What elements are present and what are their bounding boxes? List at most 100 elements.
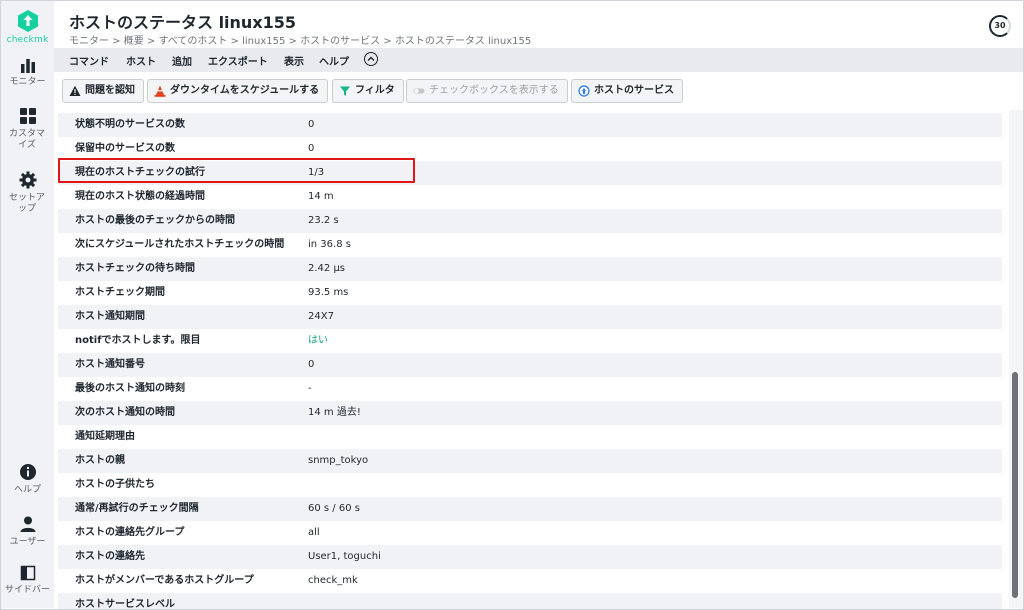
menu-commands[interactable]: コマンド (69, 53, 109, 68)
show-checkboxes-button[interactable]: チェックボックスを表示する (406, 79, 568, 103)
menu-display[interactable]: 表示 (284, 53, 304, 68)
table-row: 現在のホスト状態の経過時間 14 m (58, 185, 1002, 209)
table-row: ホストサービスレベル (58, 593, 1002, 609)
filter-icon (340, 86, 350, 96)
show-checkboxes-label: チェックボックスを表示する (429, 85, 559, 96)
table-row: ホストの連絡先 User1, toguchi (58, 545, 1002, 569)
host-services-button[interactable]: ホストのサービス (571, 79, 683, 103)
table-row: 次にスケジュールされたホストチェックの時間 in 36.8 s (58, 233, 1002, 257)
table-row: 最後のホスト通知の時刻 - (58, 377, 1002, 401)
table-row: ホストの最後のチェックからの時間 23.2 s (58, 209, 1002, 233)
row-key: ホストの連絡先グループ (75, 527, 185, 538)
schedule-downtime-label: ダウンタイムをスケジュールする (170, 85, 320, 96)
sidebar-item-setup[interactable]: セットアップ (1, 171, 54, 215)
row-key: 通常/再試行のチェック間隔 (75, 503, 199, 514)
row-key: ホストの連絡先 (75, 551, 145, 562)
sidebar-item-sidebar[interactable]: サイドバー (1, 565, 54, 596)
row-key: 次のホスト通知の時間 (75, 407, 175, 418)
vertical-scrollbar[interactable] (1009, 110, 1023, 608)
table-row: ホストの子供たち (58, 473, 1002, 497)
row-key: ホスト通知番号 (75, 359, 145, 370)
checkmk-logo-icon[interactable] (16, 9, 40, 33)
table-row: notifでホストします。限目 はい (58, 329, 1002, 353)
row-value: 0 (308, 359, 315, 370)
row-value: snmp_tokyo (308, 455, 369, 466)
table-row: ホスト通知期間 24X7 (58, 305, 1002, 329)
toolbar: 問題を認知 ダウンタイムをスケジュールする フィルタ チェックボックスを表示する… (54, 72, 1023, 110)
toggle-icon (413, 88, 425, 94)
chevron-up-icon[interactable] (364, 52, 378, 66)
row-key: ホスト通知期間 (75, 311, 145, 322)
menu-help[interactable]: ヘルプ (319, 53, 349, 68)
schedule-downtime-button[interactable]: ダウンタイムをスケジュールする (147, 79, 329, 103)
sidebar-item-help[interactable]: ヘルプ (1, 463, 54, 496)
row-value: in 36.8 s (308, 239, 351, 250)
sidebar-item-label: ユーザー (9, 537, 46, 547)
table-row: 次のホスト通知の時間 14 m 過去! (58, 401, 1002, 425)
row-value: all (308, 527, 320, 538)
table-row: 通知延期理由 (58, 425, 1002, 449)
row-value: 14 m (308, 191, 334, 202)
row-value: 14 m 過去! (308, 407, 361, 418)
table-row: 状態不明のサービスの数 0 (58, 113, 1002, 137)
row-key: 現在のホスト状態の経過時間 (75, 191, 205, 202)
table-row: ホスト通知番号 0 (58, 353, 1002, 377)
row-key: ホストがメンバーであるホストグループ (75, 575, 254, 586)
table-row: ホストチェックの待ち時間 2.42 μs (58, 257, 1002, 281)
host-status-table: 状態不明のサービスの数 0 保留中のサービスの数 0 現在のホストチェックの試行 1/… (54, 110, 1009, 609)
user-icon (20, 516, 35, 532)
highlight-box (58, 158, 415, 183)
info-circle-icon (578, 85, 590, 97)
sidebar-item-label: セットアップ (8, 193, 45, 214)
acknowledge-button[interactable]: 問題を認知 (62, 79, 144, 103)
sidebar-item-user[interactable]: ユーザー (1, 515, 54, 548)
row-value: 0 (308, 119, 315, 130)
sidebar-icon (20, 565, 35, 581)
acknowledge-label: 問題を認知 (85, 85, 135, 96)
menu-host[interactable]: ホスト (126, 53, 156, 68)
filter-button[interactable]: フィルタ (332, 79, 404, 103)
table-row: 通常/再試行のチェック間隔 60 s / 60 s (58, 497, 1002, 521)
sidebar: checkmk モニター カスタマイズ セットアップ ヘルプ ユーザー サイドバ… (1, 1, 54, 608)
info-icon (19, 464, 36, 480)
row-value: - (308, 383, 312, 394)
row-key: ホストチェック期間 (75, 287, 165, 298)
sidebar-item-label: サイドバー (4, 585, 50, 595)
gear-icon (19, 171, 36, 189)
row-key: ホストサービスレベル (75, 599, 175, 609)
menu-add[interactable]: 追加 (172, 53, 192, 68)
refresh-timer[interactable]: 30 (989, 15, 1011, 37)
row-value: はい (308, 335, 328, 346)
sidebar-item-label: モニター (9, 77, 46, 87)
breadcrumb[interactable]: モニター > 概要 > すべてのホスト > linux155 > ホストのサービ… (69, 32, 531, 47)
menubar: コマンド ホスト 追加 エクスポート 表示 ヘルプ (54, 48, 1023, 72)
row-key: ホストの親 (75, 455, 125, 466)
table-row: ホストがメンバーであるホストグループ check_mk (58, 569, 1002, 593)
page-header: ホストのステータス linux155 モニター > 概要 > すべてのホスト >… (54, 1, 1023, 48)
grid-icon (19, 108, 36, 124)
sidebar-item-monitor[interactable]: モニター (1, 57, 54, 88)
row-key: ホストの子供たち (75, 479, 155, 490)
row-value: check_mk (308, 575, 358, 586)
menu-export[interactable]: エクスポート (208, 53, 268, 68)
sidebar-item-customize[interactable]: カスタマイズ (1, 107, 54, 151)
row-key: 状態不明のサービスの数 (75, 119, 185, 130)
sidebar-item-label: ヘルプ (13, 485, 41, 495)
row-key: 次にスケジュールされたホストチェックの時間 (75, 239, 285, 250)
warning-icon (69, 85, 81, 96)
row-key: notifでホストします。限目 (75, 335, 201, 346)
row-value: 23.2 s (308, 215, 339, 226)
row-key: ホストの最後のチェックからの時間 (75, 215, 235, 226)
row-value: 24X7 (308, 311, 334, 322)
host-services-label: ホストのサービス (594, 85, 674, 96)
row-value: 60 s / 60 s (308, 503, 360, 514)
table-row: ホストの親 snmp_tokyo (58, 449, 1002, 473)
row-key: 通知延期理由 (75, 431, 135, 442)
row-value: User1, toguchi (308, 551, 381, 562)
row-value: 2.42 μs (308, 263, 346, 274)
filter-label: フィルタ (355, 85, 395, 96)
scrollbar-thumb[interactable] (1012, 372, 1018, 598)
sidebar-item-label: カスタマイズ (8, 129, 45, 150)
logo-text: checkmk (6, 35, 49, 45)
bar-chart-icon (20, 59, 35, 73)
